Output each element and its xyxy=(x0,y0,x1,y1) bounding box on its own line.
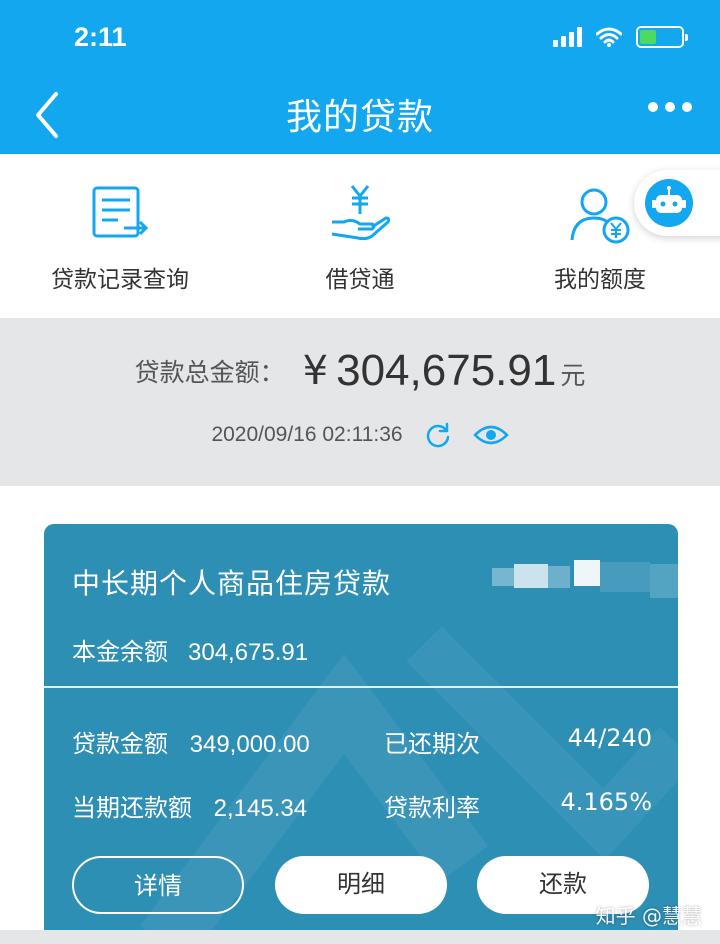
loan-record-icon xyxy=(92,186,149,238)
loan-amount-value: 349,000.00 xyxy=(189,731,310,758)
total-label: 贷款总金额： xyxy=(134,358,285,387)
wifi-icon xyxy=(596,27,622,47)
rate-value: 4.165% xyxy=(560,788,652,816)
principal-row: 本金余额 304,675.91 xyxy=(72,632,308,667)
app-header: 2:11 我的贷款 xyxy=(0,0,720,154)
bottom-strip xyxy=(0,930,720,944)
loan-product-name: 中长期个人商品住房贷款 xyxy=(72,567,392,600)
principal-label: 本金余额 xyxy=(72,638,168,666)
battery-icon xyxy=(636,26,688,48)
rate-label: 贷款利率 xyxy=(384,794,480,822)
loan-amount-row: 贷款金额 349,000.00 xyxy=(72,724,310,759)
page-title: 我的贷款 xyxy=(285,97,434,138)
robot-assistant-button[interactable] xyxy=(634,170,720,236)
menu-item-jiedaitong[interactable]: 借贷通 xyxy=(260,182,460,294)
eye-icon[interactable] xyxy=(472,423,509,447)
signal-icon xyxy=(553,27,582,47)
robot-icon xyxy=(645,179,693,227)
breakdown-button[interactable]: 明细 xyxy=(275,856,447,914)
menu-label-my-quota: 我的额度 xyxy=(554,267,646,293)
total-amount: 304,675.91 xyxy=(336,346,557,395)
total-row: 贷款总金额： ¥304,675.91 元 xyxy=(0,346,720,396)
total-unit: 元 xyxy=(560,360,586,390)
loan-amount-label: 贷款金额 xyxy=(72,730,168,758)
paid-periods-label: 已还期次 xyxy=(384,730,480,758)
current-payment-label: 当期还款额 xyxy=(72,794,192,822)
currency-symbol: ¥ xyxy=(302,348,329,394)
status-time: 2:11 xyxy=(74,22,127,52)
current-payment-value: 2,145.34 xyxy=(213,795,308,822)
content-area: 中长期个人商品住房贷款 本金余额 304,675.91 贷款金额 349,000.… xyxy=(0,486,720,944)
principal-value: 304,675.91 xyxy=(188,639,309,666)
user-yen-icon xyxy=(570,188,630,244)
timestamp: 2020/09/16 02:11:36 xyxy=(211,423,403,446)
watermark: 知乎 @慧慧 xyxy=(595,904,702,928)
refresh-icon[interactable] xyxy=(425,422,451,448)
loan-summary: 贷款总金额： ¥304,675.91 元 2020/09/16 02:11:36 xyxy=(0,318,720,486)
card-divider xyxy=(44,686,678,688)
quick-menu: 贷款记录查询 借贷通 我的额度 xyxy=(0,154,720,318)
status-icons xyxy=(553,26,688,48)
timestamp-row: 2020/09/16 02:11:36 xyxy=(0,422,720,448)
hand-yen-icon xyxy=(331,185,391,241)
details-button[interactable]: 详情 xyxy=(72,856,244,914)
loan-card: 中长期个人商品住房贷款 本金余额 304,675.91 贷款金额 349,000.… xyxy=(44,524,678,944)
menu-label-jiedaitong: 借贷通 xyxy=(325,267,395,293)
more-icon[interactable] xyxy=(648,102,692,112)
menu-label-loan-records: 贷款记录查询 xyxy=(51,267,189,293)
menu-item-loan-records[interactable]: 贷款记录查询 xyxy=(20,182,220,294)
masked-account-number xyxy=(492,560,678,598)
paid-periods-value: 44/240 xyxy=(567,724,652,752)
current-payment-row: 当期还款额 2,145.34 xyxy=(72,788,307,823)
